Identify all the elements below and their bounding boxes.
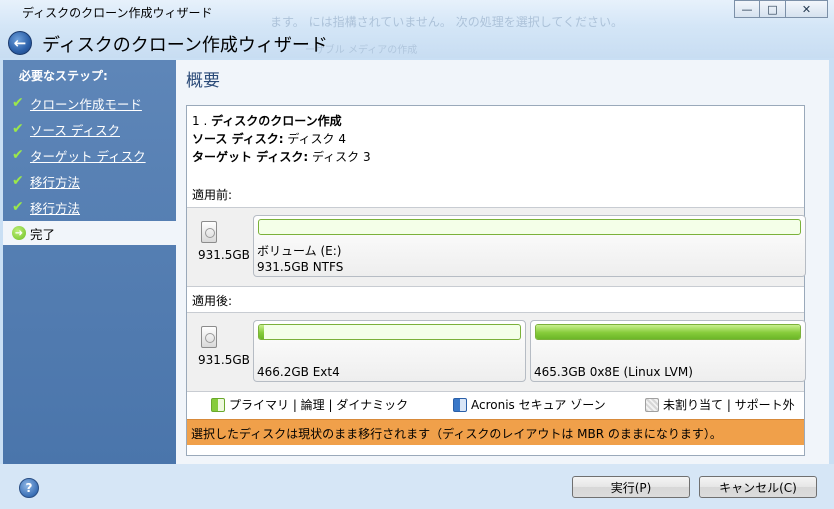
disk-before-row: 931.5GB ボリューム (E:) 931.5GB NTFS (187, 207, 806, 287)
help-button[interactable]: ? (19, 478, 39, 498)
legend-secure-zone: Acronis セキュア ゾーン (453, 396, 606, 413)
checkmark-icon: ✔ (12, 173, 24, 189)
primary-partition-swatch-icon (211, 397, 225, 412)
before-label: 適用前: (192, 188, 233, 202)
hard-disk-icon (201, 326, 217, 348)
source-disk-label: ソース ディスク: (192, 132, 284, 146)
window-controls: — □ ✕ (734, 0, 828, 18)
checkmark-icon: ✔ (12, 121, 24, 137)
back-arrow-icon: ← (13, 34, 27, 52)
wizard-title: ディスクのクローン作成ウィザード (42, 35, 328, 56)
background-ghost-text: ます。 には指構されていません。 次の処理を選択してください。 (270, 15, 623, 29)
source-disk-value: ディスク 4 (287, 132, 346, 146)
step-migration-method-1[interactable]: ✔ 移行方法 (3, 169, 176, 193)
step-label: 完了 (30, 226, 56, 242)
hard-disk-icon (201, 221, 217, 243)
operation-name: ディスクのクローン作成 (211, 114, 342, 128)
cancel-button[interactable]: キャンセル(C) (699, 476, 817, 498)
step-source-disk[interactable]: ✔ ソース ディスク (3, 117, 176, 141)
unallocated-swatch-icon (645, 397, 659, 412)
partition-info: 466.2GB Ext4 (257, 365, 340, 379)
partition-after-ext4[interactable]: 466.2GB Ext4 (253, 320, 526, 382)
partition-usage-fill (536, 325, 800, 339)
checkmark-icon: ✔ (12, 95, 24, 111)
mbr-notice: 選択したディスクは現状のまま移行されます（ディスクのレイアウトは MBR のまま… (187, 419, 804, 445)
step-clone-mode[interactable]: ✔ クローン作成モード (3, 91, 176, 115)
after-label: 適用後: (192, 294, 233, 308)
partition-name: ボリューム (E:) (257, 244, 342, 258)
operation-title: 1 . ディスクのクローン作成 (192, 114, 342, 128)
target-disk-value: ディスク 3 (311, 150, 371, 164)
checkmark-icon: ✔ (12, 147, 24, 163)
legend-unallocated: 未割り当て | サポート外 (645, 396, 795, 413)
secure-zone-swatch-icon (453, 397, 467, 412)
maximize-button[interactable]: □ (760, 0, 786, 18)
partition-info: 465.3GB 0x8E (Linux LVM) (534, 365, 693, 379)
steps-sidebar: 必要なステップ: ✔ クローン作成モード ✔ ソース ディスク ✔ ターゲット … (3, 60, 176, 464)
partition-info: 931.5GB NTFS (257, 260, 344, 274)
operation-number: 1 (192, 114, 200, 128)
disk-size: 931.5GB (198, 353, 250, 367)
partition-usage-fill (259, 325, 265, 339)
window-title: ディスクのクローン作成ウィザード (22, 6, 213, 20)
checkmark-icon: ✔ (12, 199, 24, 215)
summary-box: 1 . ディスクのクローン作成 ソース ディスク: ディスク 4 ターゲット デ… (186, 105, 806, 456)
title-bar: ます。 には指構されていません。 次の処理を選択してください。 ーザブル メディ… (0, 0, 834, 58)
step-label[interactable]: 移行方法 (30, 198, 80, 217)
current-step-arrow-icon: ➜ (12, 226, 26, 240)
sidebar-title: 必要なステップ: (19, 69, 108, 83)
partition-after-lvm[interactable]: 465.3GB 0x8E (Linux LVM) (530, 320, 806, 382)
legend-secure-zone-label: Acronis セキュア ゾーン (471, 398, 606, 412)
back-button[interactable]: ← (8, 31, 32, 55)
legend-primary: プライマリ | 論理 | ダイナミック (211, 396, 408, 413)
step-label[interactable]: ソース ディスク (30, 120, 120, 139)
footer: ? 実行(P) キャンセル(C) (0, 464, 834, 509)
disk-after-row: 931.5GB 466.2GB Ext4 465.3GB 0x8E (Linux… (187, 312, 806, 392)
close-button[interactable]: ✕ (786, 0, 828, 18)
step-migration-method-2[interactable]: ✔ 移行方法 (3, 195, 176, 219)
partition-before-e[interactable]: ボリューム (E:) 931.5GB NTFS (253, 215, 806, 277)
partition-legend: プライマリ | 論理 | ダイナミック Acronis セキュア ゾーン 未割り… (187, 392, 804, 414)
run-button[interactable]: 実行(P) (572, 476, 690, 498)
source-disk-line: ソース ディスク: ディスク 4 (192, 130, 346, 147)
main-panel: 概要 1 . ディスクのクローン作成 ソース ディスク: ディスク 4 ターゲッ… (176, 60, 829, 464)
step-target-disk[interactable]: ✔ ターゲット ディスク (3, 143, 176, 167)
minimize-button[interactable]: — (734, 0, 760, 18)
legend-unallocated-label: 未割り当て | サポート外 (663, 398, 795, 412)
page-title: 概要 (186, 71, 220, 91)
step-label[interactable]: 移行方法 (30, 172, 80, 191)
step-label[interactable]: ターゲット ディスク (30, 146, 146, 165)
step-label[interactable]: クローン作成モード (30, 94, 142, 113)
partition-usage-bar (535, 324, 801, 340)
help-icon: ? (25, 481, 33, 495)
disk-size: 931.5GB (198, 248, 250, 262)
partition-usage-bar (258, 219, 801, 235)
target-disk-line: ターゲット ディスク: ディスク 3 (192, 148, 371, 165)
step-finish[interactable]: ➜ 完了 (3, 221, 176, 245)
legend-primary-label: プライマリ | 論理 | ダイナミック (229, 398, 409, 412)
target-disk-label: ターゲット ディスク: (192, 150, 309, 164)
partition-usage-bar (258, 324, 521, 340)
